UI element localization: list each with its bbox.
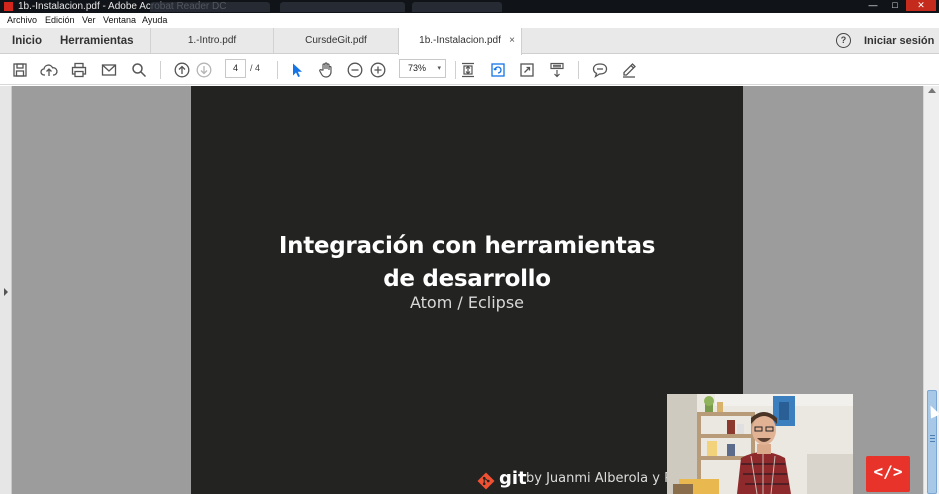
menu-edicion[interactable]: Edición	[45, 13, 75, 28]
grip-line	[930, 435, 935, 436]
presenter-webcam-video	[667, 394, 853, 494]
slide-title: Integración con herramientas de desarrol…	[191, 230, 743, 296]
git-logo-icon	[477, 472, 495, 490]
grip-line	[930, 438, 935, 439]
footer-author: by Juanmi Alberola y P	[526, 471, 672, 486]
full-screen-icon[interactable]	[518, 61, 536, 79]
page-number-input[interactable]: 4	[225, 59, 246, 78]
left-panel-toggle[interactable]	[0, 86, 12, 494]
background-window-tab	[280, 2, 405, 12]
pdf-page: Integración con herramientas de desarrol…	[191, 86, 743, 494]
toolbar-divider	[277, 61, 278, 79]
page-total: / 4	[250, 63, 261, 73]
maximize-button[interactable]: □	[884, 0, 906, 11]
toolbar-divider	[455, 61, 456, 79]
slide-subtitle: Atom / Eclipse	[409, 293, 524, 312]
close-window-button[interactable]: ✕	[906, 0, 936, 11]
slide-title-line: Integración con herramientas	[278, 233, 656, 259]
save-icon[interactable]	[11, 61, 29, 79]
mail-icon[interactable]	[100, 61, 118, 79]
scroll-up-arrow-icon[interactable]	[928, 88, 936, 93]
tab-bar: Inicio Herramientas 1.-Intro.pdf CursdeG…	[0, 28, 939, 55]
hand-tool-icon[interactable]	[317, 61, 335, 79]
fit-page-icon[interactable]	[459, 61, 477, 79]
print-icon[interactable]	[70, 61, 88, 79]
toolbar	[0, 55, 939, 85]
acrobat-app-icon	[4, 2, 13, 11]
tab-inicio[interactable]: Inicio	[12, 28, 42, 54]
doc-tab-label: 1.-Intro.pdf	[187, 35, 237, 46]
menu-bar: Archivo Edición Ver Ventana Ayuda	[0, 13, 939, 28]
toolbar-divider	[160, 61, 161, 79]
menu-ventana[interactable]: Ventana	[103, 13, 136, 28]
zoom-out-icon[interactable]	[346, 61, 364, 79]
select-cursor-icon[interactable]	[288, 61, 306, 79]
cloud-upload-icon[interactable]	[40, 61, 58, 79]
doc-tab-cursdegit[interactable]: CursdeGit.pdf	[273, 28, 398, 54]
background-window-tab	[412, 2, 502, 12]
rotate-view-icon[interactable]	[489, 61, 507, 79]
menu-archivo[interactable]: Archivo	[7, 13, 37, 28]
zoom-in-icon[interactable]	[369, 61, 387, 79]
background-window-tab	[150, 2, 270, 12]
doc-tab-intro[interactable]: 1.-Intro.pdf	[150, 28, 273, 54]
scroll-mode-icon[interactable]	[548, 61, 566, 79]
search-icon[interactable]	[130, 61, 148, 79]
menu-ver[interactable]: Ver	[82, 13, 96, 28]
toolbar-divider	[578, 61, 579, 79]
close-tab-icon[interactable]: ×	[509, 28, 515, 54]
highlight-pen-icon[interactable]	[620, 61, 638, 79]
doc-tab-label: 1b.-Instalacion.pdf	[419, 35, 501, 46]
doc-tab-label: CursdeGit.pdf	[305, 35, 367, 46]
minimize-button[interactable]: —	[862, 0, 884, 11]
channel-logo-badge: </>	[866, 456, 910, 492]
help-icon[interactable]: ?	[836, 33, 851, 48]
vertical-scrollbar[interactable]	[923, 86, 939, 494]
next-page-icon[interactable]	[195, 61, 213, 79]
menu-ayuda[interactable]: Ayuda	[142, 13, 167, 28]
comment-icon[interactable]	[591, 61, 609, 79]
expand-arrow-icon	[4, 288, 8, 296]
previous-page-icon[interactable]	[173, 61, 191, 79]
tab-herramientas[interactable]: Herramientas	[60, 28, 134, 54]
acrobat-window: 1b.-Instalacion.pdf - Adobe Acrobat Read…	[0, 0, 939, 494]
doc-tab-instalacion[interactable]: 1b.-Instalacion.pdf ×	[398, 28, 522, 55]
zoom-select[interactable]: 73% ▾	[399, 59, 446, 78]
title-bar: 1b.-Instalacion.pdf - Adobe Acrobat Read…	[0, 0, 939, 13]
grip-line	[930, 441, 935, 442]
sign-in-link[interactable]: Iniciar sesión	[864, 28, 934, 54]
presenter-video-frame	[667, 394, 853, 494]
zoom-value: 73%	[408, 63, 427, 73]
footer-brand: git	[499, 468, 527, 489]
chevron-down-icon: ▾	[437, 65, 441, 72]
